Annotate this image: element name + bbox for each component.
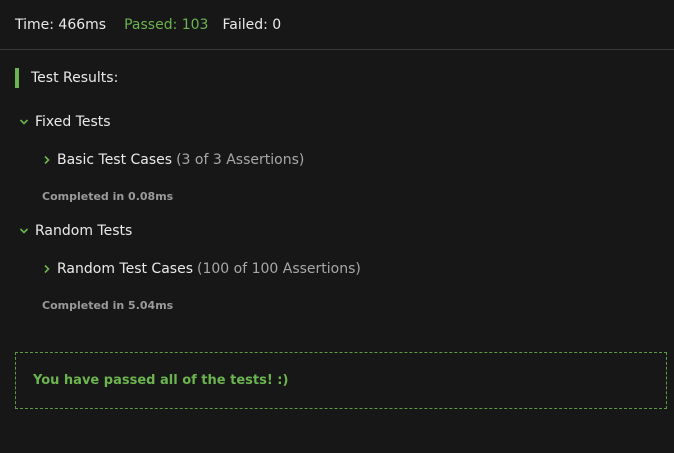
pass-message: You have passed all of the tests! :)	[33, 373, 289, 388]
results-accent-bar	[15, 68, 19, 88]
group-label: Random Tests	[35, 223, 133, 239]
results-title: Test Results:	[15, 68, 118, 88]
chevron-right-icon	[44, 264, 50, 274]
case-basic-test-cases[interactable]: Basic Test Cases (3 of 3 Assertions)	[42, 152, 304, 168]
completed-time: Completed in 5.04ms	[42, 299, 174, 312]
chevron-down-icon	[19, 228, 29, 234]
time-stat: Time: 466ms	[15, 16, 107, 33]
failed-stat: Failed: 0	[222, 16, 282, 33]
completed-time: Completed in 0.08ms	[42, 190, 174, 203]
case-assertion-count: (3 of 3 Assertions)	[176, 152, 305, 168]
case-label: Basic Test Cases	[57, 152, 173, 168]
passed-stat: Passed: 103	[124, 16, 209, 33]
case-random-test-cases[interactable]: Random Test Cases (100 of 100 Assertions…	[42, 261, 361, 277]
summary-header: Time: 466ms Passed: 103 Failed: 0	[0, 0, 674, 50]
chevron-down-icon	[19, 119, 29, 125]
group-random-tests[interactable]: Random Tests	[19, 223, 132, 239]
chevron-right-icon	[44, 155, 50, 165]
case-label: Random Test Cases	[57, 261, 193, 277]
results-title-text: Test Results:	[31, 70, 119, 86]
group-fixed-tests[interactable]: Fixed Tests	[19, 114, 111, 130]
group-label: Fixed Tests	[35, 114, 111, 130]
test-results-panel: Time: 466ms Passed: 103 Failed: 0 Test R…	[0, 0, 674, 453]
case-assertion-count: (100 of 100 Assertions)	[197, 261, 361, 277]
pass-banner: You have passed all of the tests! :)	[15, 352, 667, 409]
